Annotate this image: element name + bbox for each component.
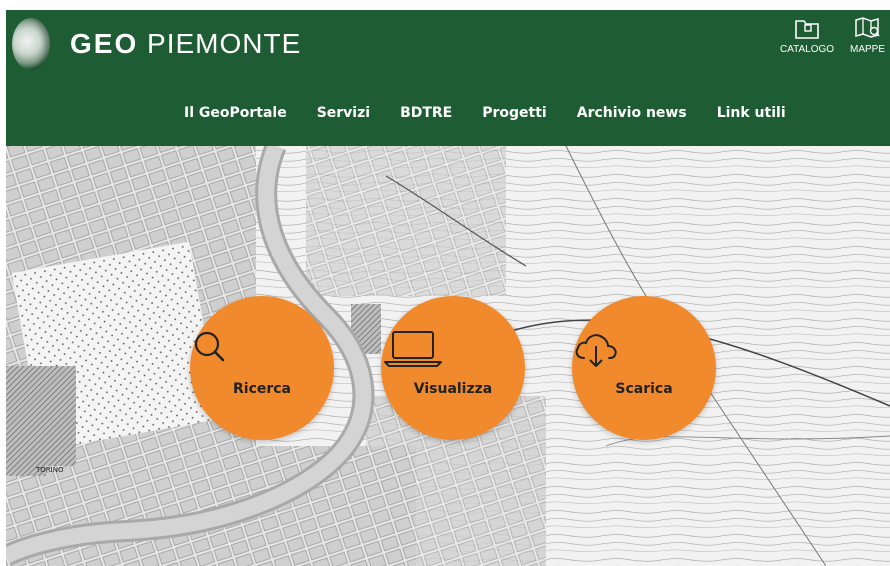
- magnifier-icon: [194, 331, 225, 362]
- ricerca-button[interactable]: Ricerca: [190, 296, 334, 440]
- logo-wordmark-strong: GEO: [70, 28, 139, 59]
- scarica-button[interactable]: Scarica: [572, 296, 716, 440]
- laptop-icon: [384, 331, 442, 367]
- cloud-download-icon: [575, 334, 617, 367]
- site-header: GEO PIEMONTE CATALOGO MAPPE Il GeoPortal…: [6, 10, 890, 146]
- page-frame: GEO PIEMONTE CATALOGO MAPPE Il GeoPortal…: [6, 10, 890, 566]
- nav-item-progetti[interactable]: Progetti: [482, 105, 546, 121]
- main-nav: Il GeoPortale Servizi BDTRE Progetti Arc…: [184, 105, 816, 121]
- logo-wordmark-light: PIEMONTE: [147, 28, 302, 59]
- visualizza-label: Visualizza: [413, 381, 493, 397]
- scarica-label: Scarica: [615, 381, 673, 397]
- nav-item-archivio-news[interactable]: Archivio news: [577, 105, 687, 121]
- site-logo[interactable]: GEO PIEMONTE: [12, 18, 301, 70]
- ricerca-label: Ricerca: [232, 381, 292, 397]
- catalogo-label: CATALOGO: [780, 44, 835, 55]
- catalogo-button[interactable]: CATALOGO: [780, 16, 834, 55]
- logo-wordmark: GEO PIEMONTE: [70, 28, 301, 60]
- map-icon: [854, 17, 880, 38]
- nav-item-link-utili[interactable]: Link utili: [717, 105, 786, 121]
- visualizza-button[interactable]: Visualizza: [381, 296, 525, 440]
- folder-icon: [795, 20, 819, 39]
- globe-logo-icon: [12, 18, 50, 70]
- mappe-label: MAPPE: [850, 44, 886, 55]
- nav-item-geoportale[interactable]: Il GeoPortale: [184, 105, 287, 121]
- map-place-label: TORINO: [35, 466, 64, 474]
- nav-item-bdtre[interactable]: BDTRE: [400, 105, 452, 121]
- mappe-button[interactable]: MAPPE: [850, 16, 885, 55]
- hero-map-background: TORINO Ricerca Visualizza Scarica: [6, 146, 890, 566]
- nav-item-servizi[interactable]: Servizi: [317, 105, 370, 121]
